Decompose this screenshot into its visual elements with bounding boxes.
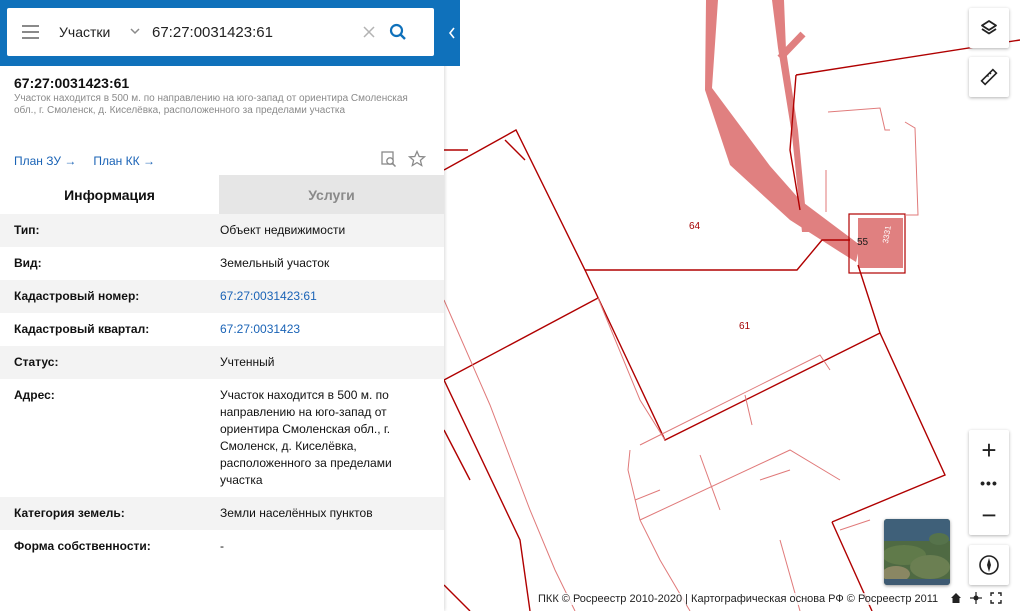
fence-line bbox=[827, 107, 890, 131]
info-row-cadastral-quarter: Кадастровый квартал: 67:27:0031423 bbox=[0, 313, 444, 346]
chevron-down-icon[interactable] bbox=[129, 24, 149, 40]
fullscreen-icon[interactable] bbox=[990, 592, 1002, 604]
plus-icon[interactable]: + bbox=[969, 430, 1009, 470]
search-header: Участки bbox=[0, 0, 460, 66]
compass-icon bbox=[979, 555, 999, 575]
layers-button[interactable] bbox=[969, 8, 1009, 48]
parcel-boundary bbox=[831, 332, 946, 523]
home-icon[interactable] bbox=[950, 592, 962, 604]
line bbox=[443, 299, 576, 611]
info-key: Форма собственности: bbox=[14, 539, 151, 553]
cadastral-quarter-link[interactable]: 67:27:0031423 bbox=[220, 321, 425, 338]
info-value: Объект недвижимости bbox=[220, 223, 346, 237]
info-key: Кадастровый квартал: bbox=[14, 322, 150, 336]
star-icon[interactable] bbox=[408, 150, 426, 168]
search-input[interactable] bbox=[149, 17, 357, 47]
compass-button[interactable] bbox=[969, 545, 1009, 585]
line bbox=[627, 449, 691, 611]
locate-icon[interactable] bbox=[970, 592, 982, 604]
fence-line bbox=[904, 121, 919, 216]
parcel-61-boundary bbox=[584, 264, 881, 441]
line bbox=[634, 489, 661, 501]
basemap-switcher[interactable] bbox=[884, 519, 950, 585]
plan-zu-label: План ЗУ bbox=[14, 154, 61, 168]
info-row-land-category: Категория земель: Земли населённых пункт… bbox=[0, 497, 444, 530]
chevron-left-icon bbox=[448, 27, 455, 39]
line bbox=[699, 454, 721, 511]
info-value: Земли населённых пунктов bbox=[220, 506, 373, 520]
satellite-thumbnail bbox=[884, 519, 950, 585]
info-key: Кадастровый номер: bbox=[14, 289, 140, 303]
object-actions bbox=[380, 150, 426, 168]
panel-tabs: Информация Услуги bbox=[0, 175, 444, 214]
zoom-to-object-icon[interactable] bbox=[380, 150, 398, 168]
more-icon[interactable]: ••• bbox=[969, 470, 1009, 495]
info-value: Земельный участок bbox=[220, 256, 330, 270]
info-table: Тип: Объект недвижимости Вид: Земельный … bbox=[0, 214, 444, 563]
layers-icon bbox=[981, 20, 997, 35]
parcel-boundary bbox=[443, 379, 531, 611]
line bbox=[639, 354, 831, 446]
line bbox=[744, 394, 753, 426]
map-attribution: ПКК © Росреестр 2010-2020 | Картографиче… bbox=[538, 593, 939, 605]
bottom-toolbar bbox=[950, 592, 1002, 604]
plan-kk-link[interactable]: План КК → bbox=[93, 154, 155, 168]
object-title: 67:27:0031423:61 bbox=[14, 75, 130, 91]
parcel-boundary bbox=[443, 297, 599, 381]
arrow-right-icon: → bbox=[142, 154, 155, 168]
cadastral-number-link[interactable]: 67:27:0031423:61 bbox=[220, 288, 425, 305]
info-row-kind: Вид: Земельный участок bbox=[0, 247, 444, 280]
parcel-label-61: 61 bbox=[739, 321, 751, 332]
search-bar: Участки bbox=[7, 8, 434, 56]
close-icon[interactable] bbox=[357, 22, 381, 43]
line bbox=[639, 449, 841, 521]
info-panel: Участки 67:27:0031423:61 Участок находит… bbox=[0, 0, 460, 611]
info-row-address: Адрес: Участок находится в 500 м. по нап… bbox=[0, 379, 444, 497]
ruler-button[interactable] bbox=[969, 57, 1009, 97]
search-type-select[interactable]: Участки bbox=[53, 24, 129, 40]
info-key: Тип: bbox=[14, 223, 40, 237]
zoom-controls: + ••• − bbox=[969, 430, 1009, 535]
collapse-panel-button[interactable] bbox=[444, 0, 460, 66]
info-row-status: Статус: Учтенный bbox=[0, 346, 444, 379]
info-row-cadastral-number: Кадастровый номер: 67:27:0031423:61 bbox=[0, 280, 444, 313]
info-key: Вид: bbox=[14, 256, 42, 270]
tab-services[interactable]: Услуги bbox=[219, 175, 444, 214]
plan-zu-link[interactable]: План ЗУ → bbox=[14, 154, 76, 168]
info-value: Учтенный bbox=[220, 355, 275, 369]
info-value: - bbox=[220, 539, 224, 553]
plan-kk-label: План КК bbox=[93, 154, 140, 168]
info-row-type: Тип: Объект недвижимости bbox=[0, 214, 444, 247]
object-description: Участок находится в 500 м. по направлени… bbox=[14, 93, 408, 116]
info-row-ownership: Форма собственности: - bbox=[0, 530, 444, 563]
arrow-right-icon: → bbox=[64, 154, 77, 168]
info-key: Статус: bbox=[14, 355, 59, 369]
ruler-icon bbox=[980, 68, 998, 86]
tab-info[interactable]: Информация bbox=[0, 175, 219, 214]
parcel-label-64: 64 bbox=[689, 221, 701, 232]
info-key: Адрес: bbox=[14, 388, 55, 402]
info-key: Категория земель: bbox=[14, 506, 125, 520]
parcel-boundary bbox=[443, 429, 471, 481]
line bbox=[759, 469, 791, 481]
minus-icon[interactable]: − bbox=[969, 495, 1009, 535]
parcel-label-55: 55 bbox=[857, 237, 869, 248]
info-value: Участок находится в 500 м. по направлени… bbox=[220, 388, 392, 487]
parcel-boundary bbox=[443, 584, 471, 611]
plan-links: План ЗУ → План КК → bbox=[14, 154, 155, 168]
hamburger-icon[interactable] bbox=[7, 8, 53, 56]
line bbox=[839, 519, 871, 531]
search-icon[interactable] bbox=[381, 8, 415, 56]
